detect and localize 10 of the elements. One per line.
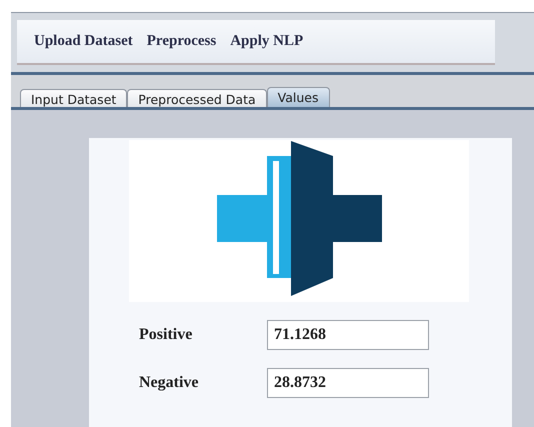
tab[interactable]: Values: [266, 87, 330, 107]
value-field[interactable]: 71.1268: [267, 320, 429, 350]
value-field[interactable]: 28.8732: [267, 368, 429, 398]
menu-item[interactable]: Upload Dataset: [34, 33, 133, 50]
menu-item[interactable]: Preprocess: [146, 33, 216, 50]
tab[interactable]: Preprocessed Data: [127, 89, 267, 107]
menu-item[interactable]: Apply NLP: [230, 33, 304, 50]
result-label: Positive: [139, 326, 194, 344]
result-label: Negative: [139, 374, 200, 392]
tab[interactable]: Input Dataset: [20, 89, 128, 107]
